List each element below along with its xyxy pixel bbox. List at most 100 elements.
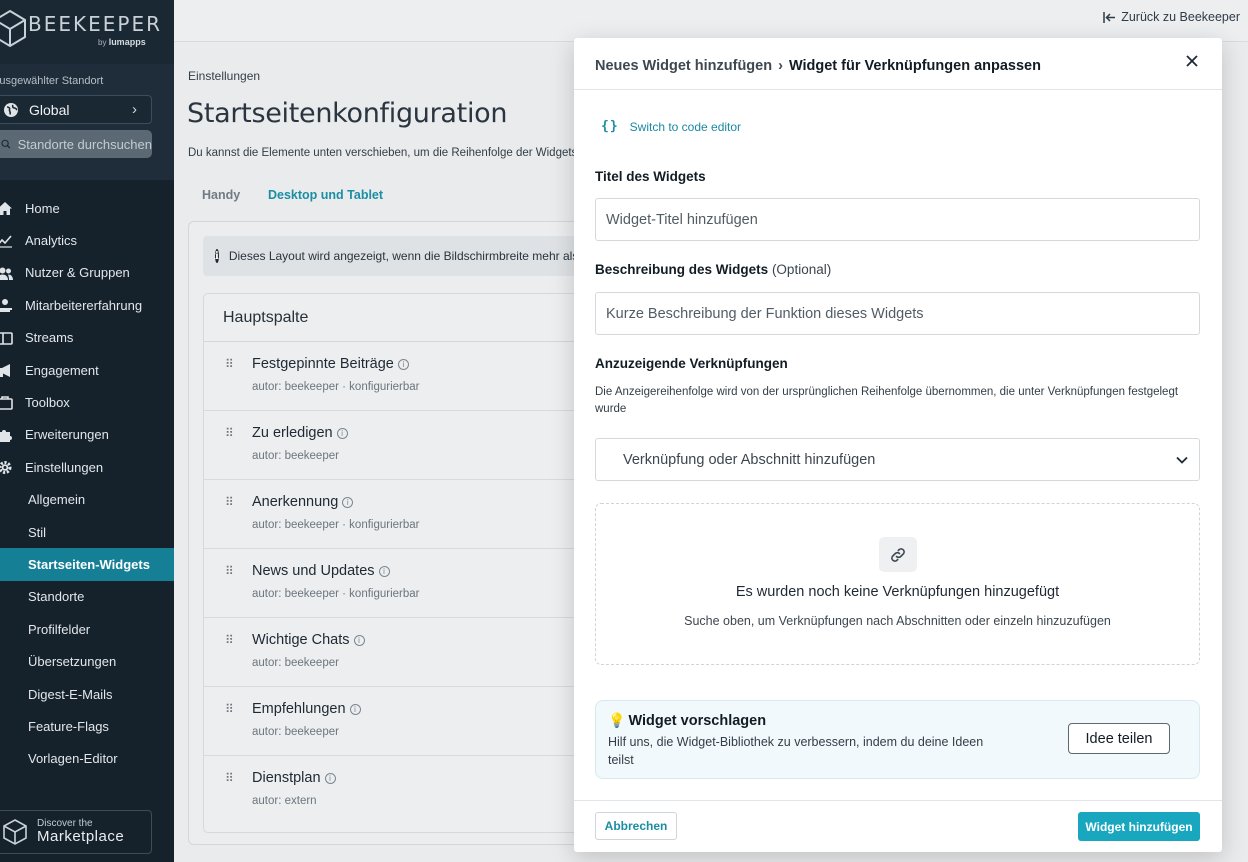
- sidebar-item-label: Nutzer & Gruppen: [25, 265, 130, 281]
- megaphone-icon: [0, 363, 10, 377]
- drag-handle-icon[interactable]: ⠿: [225, 426, 234, 440]
- links-help-text: Die Anzeigereihenfolge wird von der ursp…: [595, 386, 1179, 415]
- link-icon: [879, 537, 917, 572]
- widget-row[interactable]: ⠿ News und Updates i autor: beekeeper · k…: [204, 549, 607, 618]
- widget-row[interactable]: ⠿ Wichtige Chats i autor: beekeeper: [204, 618, 607, 687]
- info-icon[interactable]: i: [378, 566, 390, 577]
- back-link-label: Zurück zu Beekeeper: [1121, 10, 1240, 24]
- modal-crumb-add-widget[interactable]: Neues Widget hinzufügen: [595, 58, 772, 74]
- widget-row[interactable]: ⠿ Festgepinnte Beiträge i autor: beekeepe…: [204, 342, 607, 411]
- widget-row[interactable]: ⠿ Zu erledigen i autor: beekeeper: [204, 411, 607, 480]
- share-idea-button[interactable]: Idee teilen: [1068, 723, 1170, 754]
- drag-handle-icon[interactable]: ⠿: [225, 357, 234, 371]
- cancel-button[interactable]: Abbrechen: [595, 812, 677, 840]
- widget-name: Dienstplan i: [252, 770, 336, 786]
- widget-row[interactable]: ⠿ Dienstplan i autor: extern: [204, 756, 607, 825]
- brand-partner: lumapps: [108, 37, 146, 47]
- add-link-select[interactable]: Verknüpfung oder Abschnitt hinzufügen: [595, 438, 1200, 481]
- drag-handle-icon[interactable]: ⠿: [225, 495, 234, 509]
- drag-handle-icon[interactable]: ⠿: [225, 771, 234, 785]
- sidebar-item-toolbox[interactable]: Toolbox: [0, 386, 174, 418]
- sidebar-subitem-general[interactable]: Allgemein: [0, 484, 174, 516]
- location-search-placeholder: Standorte durchsuchen: [17, 136, 152, 152]
- sidebar-item-analytics[interactable]: Analytics: [0, 224, 174, 256]
- widget-name: Anerkennung i: [252, 494, 354, 510]
- sidebar-subitem-label: Profilfelder: [28, 621, 91, 637]
- widget-meta: autor: beekeeper: [252, 726, 339, 738]
- gear-icon: [0, 461, 12, 475]
- sidebar-subitem-style[interactable]: Stil: [0, 516, 174, 548]
- sidebar-subitem-digest-emails[interactable]: Digest-E-Mails: [0, 678, 174, 710]
- optional-tag: (Optional): [771, 262, 832, 277]
- suggest-widget-text: Hilf uns, die Widget-Bibliothek zu verbe…: [608, 735, 984, 767]
- widget-row[interactable]: ⠿ Anerkennung i autor: beekeeper · konfig…: [204, 480, 607, 549]
- widget-name-text: Anerkennung: [252, 494, 339, 510]
- widget-name: Empfehlungen i: [252, 701, 361, 717]
- sidebar-item-label: Mitarbeitererfahrung: [25, 297, 143, 313]
- widget-name: News und Updates i: [252, 563, 390, 579]
- widget-description-input[interactable]: [595, 292, 1200, 335]
- location-label: Ausgewählter Standort: [0, 75, 104, 87]
- sidebar-subitem-home-widgets[interactable]: Startseiten-Widgets: [0, 548, 174, 581]
- info-icon[interactable]: i: [342, 497, 354, 508]
- widget-title-input[interactable]: [595, 198, 1200, 241]
- widget-name-text: Empfehlungen: [252, 701, 346, 717]
- drag-handle-icon[interactable]: ⠿: [225, 564, 234, 578]
- modal-body: {} Switch to code editor Titel des Widge…: [574, 90, 1222, 800]
- tab-desktop-tablet[interactable]: Desktop und Tablet: [268, 188, 383, 202]
- suggest-widget-title: 💡 Widget vorschlagen: [608, 713, 766, 729]
- modal-title: Widget für Verknüpfungen anpassen: [788, 58, 1041, 74]
- location-search-input[interactable]: Standorte durchsuchen: [0, 130, 152, 158]
- widget-row[interactable]: ⠿ Empfehlungen i autor: beekeeper: [204, 687, 607, 756]
- sidebar-nav: Home Analytics Nutzer & Gruppen Mitarbei…: [0, 192, 174, 775]
- sidebar-item-settings[interactable]: Einstellungen: [0, 451, 174, 483]
- tab-mobile[interactable]: Handy: [202, 188, 240, 202]
- sidebar-item-label: Engagement: [25, 362, 99, 378]
- info-icon[interactable]: i: [336, 428, 348, 439]
- widget-name-text: Zu erledigen: [252, 425, 333, 441]
- info-icon: i: [215, 249, 219, 263]
- sidebar-subitem-locations[interactable]: Standorte: [0, 581, 174, 613]
- info-icon[interactable]: i: [324, 773, 336, 784]
- widget-meta: autor: extern: [252, 795, 317, 807]
- close-icon[interactable]: [1184, 53, 1200, 69]
- breadcrumb[interactable]: Einstellungen: [188, 69, 260, 83]
- info-icon[interactable]: i: [397, 359, 409, 370]
- info-icon[interactable]: i: [349, 704, 361, 715]
- switch-to-code-editor-link[interactable]: {} Switch to code editor: [601, 119, 741, 134]
- widget-name-text: Festgepinnte Beiträge: [252, 356, 394, 372]
- sidebar-item-employee-experience[interactable]: Mitarbeitererfahrung: [0, 289, 174, 321]
- sidebar-subitem-label: Digest-E-Mails: [28, 686, 113, 702]
- layout-info-text: Dieses Layout wird angezeigt, wenn die B…: [228, 249, 607, 263]
- widget-description-label: Beschreibung des Widgets (Optional): [595, 262, 831, 277]
- sidebar-subitem-label: Vorlagen-Editor: [28, 751, 118, 767]
- sidebar-subitem-translations[interactable]: Übersetzungen: [0, 645, 174, 677]
- sidebar-item-home[interactable]: Home: [0, 192, 174, 224]
- sidebar-item-streams[interactable]: Streams: [0, 322, 174, 354]
- sidebar-subitem-template-editor[interactable]: Vorlagen-Editor: [0, 743, 174, 775]
- sidebar-item-extensions[interactable]: Erweiterungen: [0, 419, 174, 451]
- back-to-beekeeper-link[interactable]: Zurück zu Beekeeper: [1103, 10, 1240, 24]
- sidebar-item-engagement[interactable]: Engagement: [0, 354, 174, 386]
- drag-handle-icon[interactable]: ⠿: [225, 633, 234, 647]
- sidebar-subitem-feature-flags[interactable]: Feature-Flags: [0, 710, 174, 742]
- add-widget-button[interactable]: Widget hinzufügen: [1078, 812, 1200, 841]
- widget-name: Zu erledigen i: [252, 425, 348, 441]
- add-link-select-value: Verknüpfung oder Abschnitt hinzufügen: [623, 451, 876, 468]
- sidebar-item-users[interactable]: Nutzer & Gruppen: [0, 257, 174, 289]
- sidebar-subitem-profile-fields[interactable]: Profilfelder: [0, 613, 174, 645]
- info-icon[interactable]: i: [353, 635, 365, 646]
- layout-info-banner: i Dieses Layout wird angezeigt, wenn die…: [203, 236, 607, 276]
- widget-description-label-text: Beschreibung des Widgets: [595, 262, 769, 277]
- drag-handle-icon[interactable]: ⠿: [225, 702, 234, 716]
- marketplace-button[interactable]: Discover the Marketplace: [0, 810, 152, 854]
- modal-header: Neues Widget hinzufügen › Widget für Verkn…: [574, 38, 1222, 90]
- brand-by-text: by: [98, 38, 107, 47]
- lightbulb-icon: 💡: [608, 713, 626, 729]
- sidebar-item-label: Streams: [25, 330, 74, 346]
- brand-name: BEEKEEPER: [28, 12, 162, 36]
- sidebar-item-label: Home: [25, 200, 60, 216]
- suggest-widget-card: 💡 Widget vorschlagen Hilf uns, die Widget…: [595, 700, 1200, 779]
- location-selector[interactable]: Global ›: [0, 95, 152, 124]
- sidebar: BEEKEEPER by lumapps Ausgewählter Stando…: [0, 0, 174, 862]
